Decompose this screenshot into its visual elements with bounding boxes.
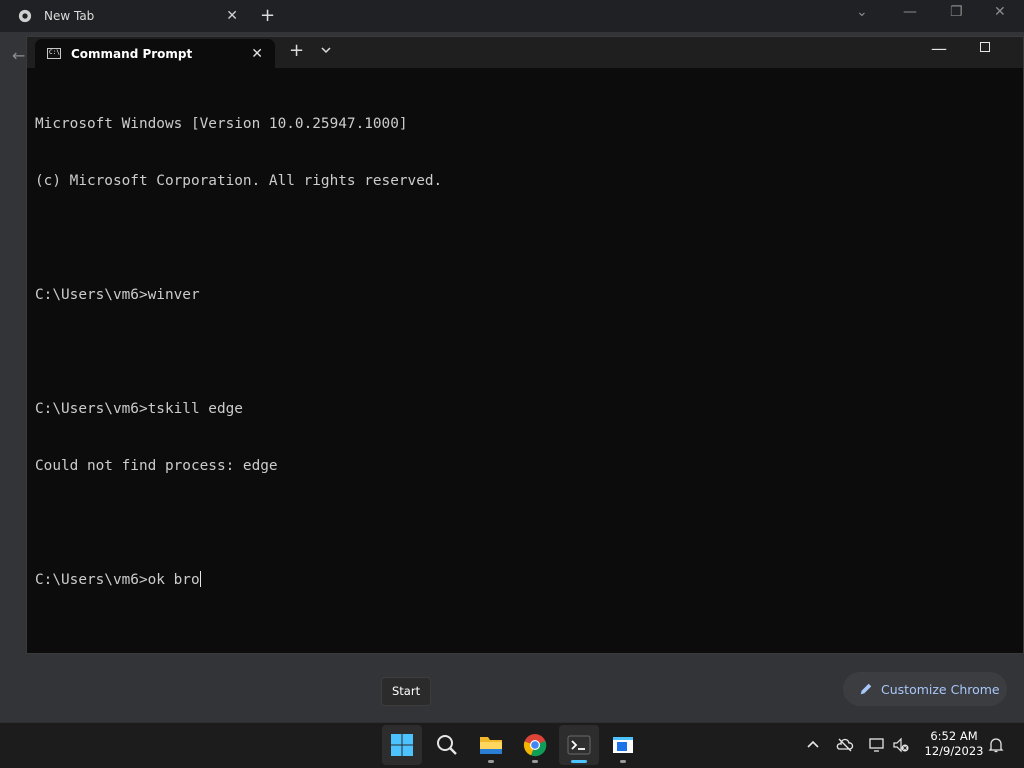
taskbar-search-button[interactable] xyxy=(427,725,467,765)
terminal-current-input: C:\Users\vm6>ok bro xyxy=(35,572,200,588)
chevron-up-icon[interactable] xyxy=(804,736,822,754)
customize-chrome-label: Customize Chrome xyxy=(881,681,1000,697)
start-tooltip: Start xyxy=(381,677,432,706)
taskbar-app-window[interactable] xyxy=(603,725,643,765)
running-indicator xyxy=(532,760,538,763)
terminal-prompt-line: C:\Users\vm6>ok bro xyxy=(35,571,1015,590)
app-window-icon xyxy=(613,737,633,753)
chrome-new-tab-button[interactable]: + xyxy=(260,6,275,26)
taskbar: 6:52 AM 12/9/2023 xyxy=(0,722,1024,768)
terminal-icon xyxy=(567,735,591,755)
chrome-tab-strip: New Tab ✕ + ⌄ — ❐ ✕ xyxy=(0,0,1024,32)
chrome-back-arrow-icon[interactable]: ← xyxy=(12,46,25,65)
onedrive-offline-icon[interactable] xyxy=(836,736,854,754)
pencil-icon xyxy=(860,683,872,695)
terminal-line: Microsoft Windows [Version 10.0.25947.10… xyxy=(35,116,408,132)
running-indicator xyxy=(488,760,494,763)
terminal-output[interactable]: Microsoft Windows [Version 10.0.25947.10… xyxy=(35,77,1015,628)
windows-start-icon xyxy=(391,734,413,756)
volume-muted-icon[interactable] xyxy=(892,736,910,754)
customize-chrome-button[interactable]: Customize Chrome xyxy=(843,672,1007,706)
terminal-tab-command-prompt[interactable]: C:\ Command Prompt ✕ xyxy=(35,39,275,68)
terminal-line: C:\Users\vm6>winver xyxy=(35,287,200,303)
running-indicator xyxy=(620,760,626,763)
network-icon[interactable] xyxy=(868,736,886,754)
chrome-restore-icon[interactable]: ❐ xyxy=(950,4,963,20)
text-cursor xyxy=(199,571,201,587)
chrome-minimize-icon[interactable]: — xyxy=(903,4,917,20)
chrome-close-icon[interactable]: ✕ xyxy=(994,4,1006,20)
terminal-tab-close-icon[interactable]: ✕ xyxy=(251,46,263,62)
terminal-window: C:\ Command Prompt ✕ + — Microsoft Windo… xyxy=(26,36,1024,654)
terminal-title-bar: C:\ Command Prompt ✕ + — xyxy=(27,37,1023,68)
chrome-tab-search-icon[interactable]: ⌄ xyxy=(856,4,868,20)
system-clock[interactable]: 6:52 AM 12/9/2023 xyxy=(918,729,990,759)
terminal-new-tab-button[interactable]: + xyxy=(289,41,304,61)
terminal-line: (c) Microsoft Corporation. All rights re… xyxy=(35,173,443,189)
chrome-tab-close-icon[interactable]: ✕ xyxy=(226,8,238,24)
chrome-favicon-icon xyxy=(18,9,32,23)
chrome-icon xyxy=(523,734,547,757)
active-indicator xyxy=(571,760,587,763)
terminal-minimize-icon[interactable]: — xyxy=(931,39,947,58)
chrome-tab-title: New Tab xyxy=(44,9,95,23)
chrome-tab-new-tab[interactable]: New Tab ✕ xyxy=(8,0,248,32)
clock-time: 6:52 AM xyxy=(930,729,978,743)
start-button[interactable] xyxy=(382,725,422,765)
terminal-tab-title: Command Prompt xyxy=(71,46,193,61)
terminal-line: Could not find process: edge xyxy=(35,458,278,474)
taskbar-chrome[interactable] xyxy=(515,725,555,765)
chevron-down-icon[interactable] xyxy=(319,43,333,57)
clock-date: 12/9/2023 xyxy=(924,744,984,758)
search-icon xyxy=(437,735,457,755)
terminal-maximize-icon[interactable] xyxy=(980,42,990,52)
terminal-line: C:\Users\vm6>tskill edge xyxy=(35,401,243,417)
command-prompt-icon: C:\ xyxy=(47,48,61,59)
file-explorer-icon xyxy=(480,737,502,754)
notification-bell-icon[interactable] xyxy=(987,736,1005,754)
taskbar-file-explorer[interactable] xyxy=(471,725,511,765)
taskbar-terminal[interactable] xyxy=(559,725,599,765)
